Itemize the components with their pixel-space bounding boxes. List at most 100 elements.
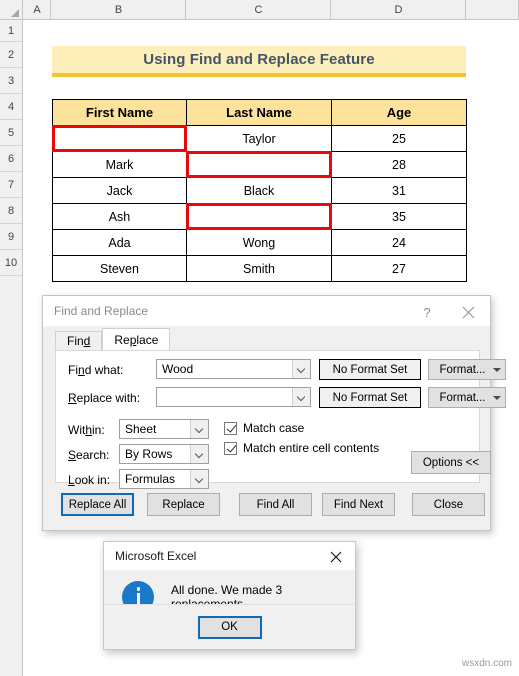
find-format-button[interactable]: Format... [428, 359, 506, 380]
cell-last-name[interactable]: Wong [186, 229, 332, 256]
replace-all-button[interactable]: Replace All [61, 493, 134, 516]
table-header-row: First Name Last Name Age [52, 99, 467, 126]
row-header-3[interactable]: 3 [0, 68, 22, 94]
cell-age[interactable]: 28 [331, 151, 467, 178]
watermark: wsxdn.com [461, 658, 512, 669]
column-header-d[interactable]: D [332, 0, 466, 19]
within-select[interactable]: Sheet [119, 419, 209, 439]
search-select[interactable]: By Rows [119, 444, 209, 464]
replace-format-dropdown-arrow[interactable] [488, 395, 505, 400]
row-header-9[interactable]: 9 [0, 224, 22, 250]
find-format-label: Format... [439, 363, 486, 376]
find-next-button[interactable]: Find Next [322, 493, 395, 516]
column-header-b[interactable]: B [52, 0, 186, 19]
find-what-dropdown-arrow[interactable] [292, 360, 310, 378]
column-header-strip: ABCD [0, 0, 519, 20]
find-format-preview: No Format Set [319, 359, 421, 380]
match-case-checkbox-box [224, 421, 237, 435]
cell-first-name[interactable]: Ada [52, 229, 187, 256]
match-entire-cell-checkbox[interactable]: Match entire cell contents [224, 441, 379, 455]
replace-with-input[interactable] [156, 387, 311, 407]
excel-message-box: Microsoft Excel All done. We made 3 repl… [103, 541, 356, 650]
replace-no-format-label: No Format Set [332, 391, 408, 404]
replace-with-label: Replace with: [68, 391, 141, 405]
cell-first-name[interactable]: Jack [52, 177, 187, 204]
close-icon[interactable] [458, 302, 478, 322]
cell-last-name[interactable]: Black [186, 177, 332, 204]
table-row: Taylor 25 [52, 125, 467, 153]
cell-first-name[interactable]: Mark [52, 151, 187, 178]
column-header-empty[interactable] [467, 0, 519, 19]
replace-format-preview: No Format Set [319, 387, 421, 408]
cell-first-name[interactable]: Steven [52, 255, 187, 282]
help-icon[interactable]: ? [418, 303, 436, 321]
search-dropdown-arrow[interactable] [190, 445, 208, 463]
column-header-a[interactable]: A [24, 0, 51, 19]
match-case-label: Match case [243, 421, 305, 435]
row-header-1[interactable]: 1 [0, 20, 22, 42]
cell-age[interactable]: 25 [331, 125, 467, 152]
table-row: Ada Wong 24 [52, 229, 467, 256]
cell-first-name[interactable] [52, 125, 188, 153]
table-row: Steven Smith 27 [52, 255, 467, 282]
row-header-10[interactable]: 10 [0, 250, 22, 276]
cell-last-name[interactable] [186, 203, 333, 231]
table-row: Mark 28 [52, 151, 467, 179]
replace-label: Replace [162, 498, 205, 511]
replace-format-label: Format... [439, 391, 486, 404]
replace-format-button[interactable]: Format... [428, 387, 506, 408]
cell-age[interactable]: 24 [331, 229, 467, 256]
message-box-close-icon[interactable] [327, 548, 345, 566]
find-format-dropdown-arrow[interactable] [488, 367, 505, 372]
row-header-7[interactable]: 7 [0, 172, 22, 198]
row-header-2[interactable]: 2 [0, 42, 22, 68]
find-what-input[interactable]: Wood [156, 359, 311, 379]
table-body: Taylor 25 Mark 28 Jack Black 31 Ash 35 Ada Wong 24 S… [52, 125, 467, 282]
row-header-6[interactable]: 6 [0, 146, 22, 172]
ok-button[interactable]: OK [197, 615, 262, 639]
row-header-4[interactable]: 4 [0, 94, 22, 120]
within-dropdown-arrow[interactable] [190, 420, 208, 438]
select-all-corner[interactable] [0, 0, 23, 19]
cell-first-name[interactable]: Ash [52, 203, 187, 230]
tab-replace[interactable]: Re p lace [102, 328, 171, 350]
match-case-checkbox[interactable]: Match case [224, 421, 304, 435]
look-in-dropdown-arrow[interactable] [190, 470, 208, 488]
find-all-button[interactable]: Find All [239, 493, 312, 516]
cell-last-name[interactable] [186, 151, 333, 179]
cell-age[interactable]: 27 [331, 255, 467, 282]
within-label: Within: [68, 423, 105, 437]
look-in-select[interactable]: Formulas [119, 469, 209, 489]
match-entire-cell-checkbox-box [224, 441, 237, 455]
replace-button[interactable]: Replace [147, 493, 220, 516]
column-header-c[interactable]: C [187, 0, 331, 19]
tab-find[interactable]: Fin d [55, 331, 103, 350]
message-box-title: Microsoft Excel [115, 549, 197, 563]
close-button[interactable]: Close [412, 493, 485, 516]
look-in-label: Look in: [68, 473, 111, 487]
search-value: By Rows [125, 447, 173, 461]
dialog-tabs: Fin d Re p lace [55, 328, 171, 350]
find-what-value: Wood [162, 362, 194, 376]
cell-last-name[interactable]: Smith [186, 255, 332, 282]
column-header-first-name: First Name [52, 99, 187, 126]
find-all-label: Find All [256, 498, 295, 511]
cell-age[interactable]: 31 [331, 177, 467, 204]
row-header-strip: 1 2 3 4 5 6 7 8 9 10 [0, 20, 23, 676]
search-label: Search: [68, 448, 110, 462]
row-header-5[interactable]: 5 [0, 120, 22, 146]
replace-with-dropdown-arrow[interactable] [292, 388, 310, 406]
message-box-footer: OK [104, 604, 355, 649]
row-header-8[interactable]: 8 [0, 198, 22, 224]
cell-last-name[interactable]: Taylor [186, 125, 332, 152]
find-what-label: Find what: [68, 363, 124, 377]
close-button-label: Close [433, 498, 464, 511]
column-header-last-name: Last Name [186, 99, 332, 126]
cell-age[interactable]: 35 [331, 203, 467, 230]
table-row: Ash 35 [52, 203, 467, 231]
sheet-title-text: Using Find and Replace Feature [143, 51, 375, 68]
dialog-panel: Find what: Wood No Format Set Format... … [55, 350, 506, 489]
options-button[interactable]: Options << [411, 451, 491, 474]
options-button-label: Options << [422, 456, 480, 469]
look-in-value: Formulas [125, 472, 176, 486]
